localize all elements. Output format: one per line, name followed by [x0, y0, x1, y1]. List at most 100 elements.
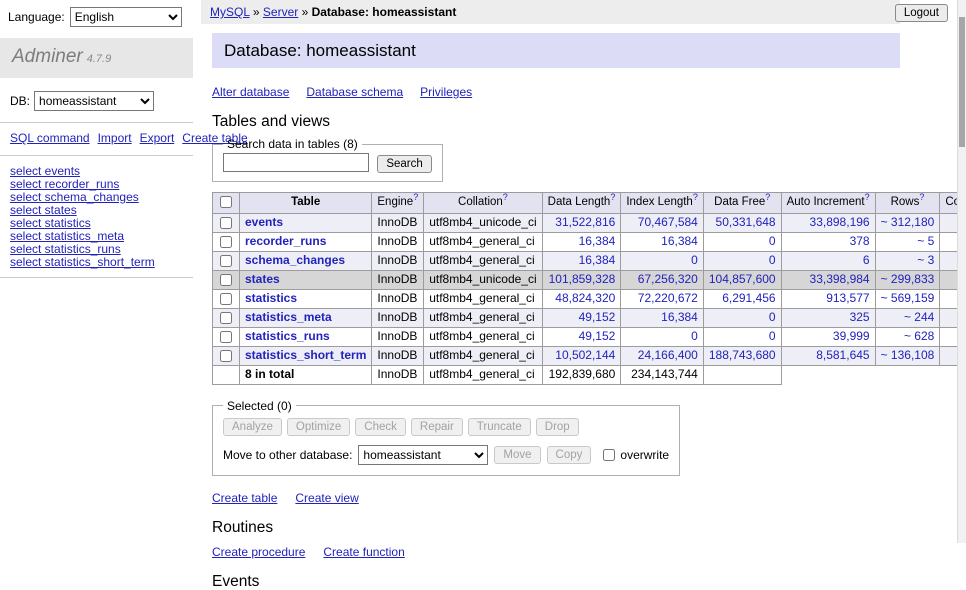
scrollbar[interactable] [957, 0, 966, 543]
nav-link-privileges[interactable]: Privileges [420, 85, 472, 99]
rows-cell: ~ 3 [875, 251, 940, 270]
search-input[interactable] [223, 153, 369, 172]
rows-link[interactable]: ~ 244 [904, 310, 934, 324]
rows-link[interactable]: ~ 299,833 [881, 272, 935, 286]
rows-link[interactable]: ~ 628 [904, 329, 934, 343]
data-free-link[interactable]: 0 [769, 234, 776, 248]
data-free-link[interactable]: 50,331,648 [716, 215, 776, 229]
check-button[interactable]: Check [355, 418, 406, 436]
table-link-statistics_short_term[interactable]: statistics_short_term [245, 348, 366, 362]
data-free-link[interactable]: 104,857,600 [709, 272, 776, 286]
data-length-link[interactable]: 101,859,328 [549, 272, 616, 286]
sidebar-action-export[interactable]: Export [140, 131, 175, 145]
rows-link[interactable]: ~ 569,159 [881, 291, 935, 305]
select-checkbox-statistics_short_term[interactable] [220, 350, 232, 362]
help-link[interactable]: ? [693, 192, 698, 202]
select-checkbox-recorder_runs[interactable] [220, 236, 232, 248]
data-free-link[interactable]: 0 [769, 253, 776, 267]
data-length-link[interactable]: 49,152 [579, 310, 616, 324]
tables-head-row: TableEngine?Collation?Data Length?Index … [213, 192, 966, 213]
index-length-link[interactable]: 67,256,320 [638, 272, 698, 286]
routine-link-create-procedure[interactable]: Create procedure [212, 545, 305, 559]
data-free-link[interactable]: 6,291,456 [722, 291, 775, 305]
scrollbar-thumb[interactable] [959, 17, 965, 147]
index-length-link[interactable]: 0 [691, 329, 698, 343]
logout-button[interactable]: Logout [895, 4, 948, 22]
repair-button[interactable]: Repair [411, 418, 463, 436]
table-link-schema_changes[interactable]: schema_changes [245, 253, 345, 267]
table-link-statistics[interactable]: statistics [245, 291, 297, 305]
table-link-states[interactable]: states [245, 272, 280, 286]
auto-increment-link[interactable]: 33,898,196 [810, 215, 870, 229]
data-free-link[interactable]: 0 [769, 310, 776, 324]
copy-button[interactable]: Copy [547, 446, 592, 464]
auto-increment-link[interactable]: 39,999 [833, 329, 870, 343]
help-link[interactable]: ? [765, 192, 770, 202]
rows-link[interactable]: ~ 5 [917, 234, 934, 248]
move-db-select[interactable]: homeassistant [358, 445, 488, 465]
index-length-link[interactable]: 0 [691, 253, 698, 267]
analyze-button[interactable]: Analyze [223, 418, 282, 436]
index-length-link[interactable]: 72,220,672 [638, 291, 698, 305]
select-checkbox-statistics[interactable] [220, 293, 232, 305]
breadcrumb-link-mysql[interactable]: MySQL [210, 5, 250, 19]
auto-increment-link[interactable]: 6 [863, 253, 870, 267]
overwrite-checkbox[interactable] [603, 449, 615, 461]
data-length-link[interactable]: 31,522,816 [555, 215, 615, 229]
data-free-link[interactable]: 188,743,680 [709, 348, 776, 362]
help-link[interactable]: ? [865, 192, 870, 202]
index-length-link[interactable]: 16,384 [661, 310, 698, 324]
sidebar-link-select-statistics-short-term[interactable]: select statistics_short_term [10, 256, 183, 269]
db-select[interactable]: homeassistant [34, 91, 154, 111]
select-checkbox-schema_changes[interactable] [220, 255, 232, 267]
select-checkbox-statistics_runs[interactable] [220, 331, 232, 343]
select-checkbox-statistics_meta[interactable] [220, 312, 232, 324]
table-link-statistics_runs[interactable]: statistics_runs [245, 329, 330, 343]
table-link-events[interactable]: events [245, 215, 283, 229]
auto-increment-link[interactable]: 8,581,645 [816, 348, 869, 362]
auto-increment-link[interactable]: 33,398,984 [810, 272, 870, 286]
table-link-recorder_runs[interactable]: recorder_runs [245, 234, 326, 248]
data-length-link[interactable]: 10,502,144 [555, 348, 615, 362]
help-link[interactable]: ? [919, 192, 924, 202]
select-checkbox-events[interactable] [220, 217, 232, 229]
auto-increment-link[interactable]: 325 [850, 310, 870, 324]
sidebar-action-import[interactable]: Import [98, 131, 132, 145]
rows-link[interactable]: ~ 136,108 [881, 348, 935, 362]
routine-link-create-function[interactable]: Create function [323, 545, 404, 559]
help-link[interactable]: ? [610, 192, 615, 202]
rows-link[interactable]: ~ 3 [917, 253, 934, 267]
nav-link-database-schema[interactable]: Database schema [306, 85, 403, 99]
data-length-link[interactable]: 48,824,320 [555, 291, 615, 305]
data-length-link[interactable]: 16,384 [579, 253, 616, 267]
sidebar-action-sql-command[interactable]: SQL command [10, 131, 90, 145]
data-free-link[interactable]: 0 [769, 329, 776, 343]
help-link[interactable]: ? [503, 192, 508, 202]
data-length-link[interactable]: 49,152 [579, 329, 616, 343]
index-length-link[interactable]: 16,384 [661, 234, 698, 248]
move-button[interactable]: Move [494, 446, 540, 464]
table-link-statistics_meta[interactable]: statistics_meta [245, 310, 332, 324]
total-data-length: 192,839,680 [542, 365, 621, 384]
index-length-link[interactable]: 70,467,584 [638, 215, 698, 229]
truncate-button[interactable]: Truncate [468, 418, 531, 436]
auto-increment-link[interactable]: 378 [850, 234, 870, 248]
breadcrumb-link-server[interactable]: Server [263, 5, 298, 19]
auto-increment-link[interactable]: 913,577 [826, 291, 869, 305]
select-all-checkbox[interactable] [220, 196, 232, 208]
rows-cell: ~ 569,159 [875, 289, 940, 308]
search-button[interactable]: Search [377, 155, 431, 173]
create-link-create-view[interactable]: Create view [295, 491, 358, 505]
help-link[interactable]: ? [413, 192, 418, 202]
drop-button[interactable]: Drop [536, 418, 579, 436]
nav-link-alter-database[interactable]: Alter database [212, 85, 289, 99]
language-select[interactable]: English [70, 7, 182, 27]
select-checkbox-states[interactable] [220, 274, 232, 286]
data-length-cell: 101,859,328 [542, 270, 621, 289]
optimize-button[interactable]: Optimize [287, 418, 350, 436]
create-link-create-table[interactable]: Create table [212, 491, 277, 505]
data-length-link[interactable]: 16,384 [579, 234, 616, 248]
routines-heading: Routines [212, 520, 900, 536]
rows-link[interactable]: ~ 312,180 [881, 215, 935, 229]
index-length-link[interactable]: 24,166,400 [638, 348, 698, 362]
